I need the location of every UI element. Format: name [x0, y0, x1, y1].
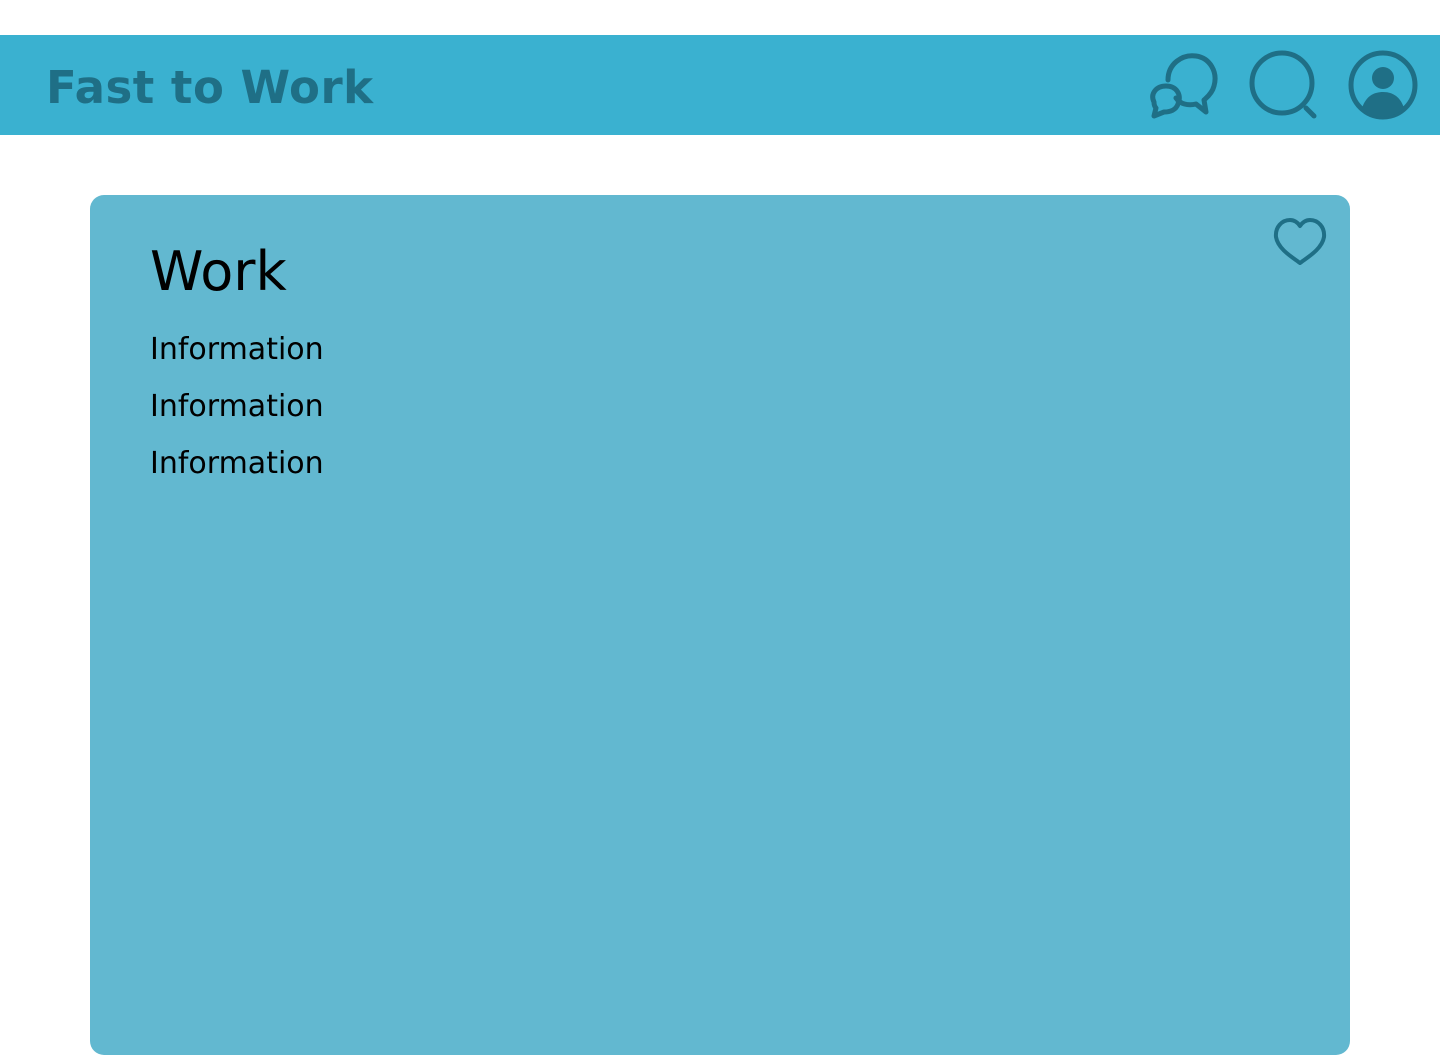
top-navigation-bar: Fast to Work: [0, 35, 1440, 135]
card-info-line: Information: [150, 446, 324, 481]
messages-button[interactable]: [1148, 50, 1218, 120]
search-button[interactable]: [1248, 50, 1318, 120]
work-card[interactable]: Work Information Information Information: [90, 195, 1350, 1055]
profile-button[interactable]: [1348, 50, 1418, 120]
user-account-icon: [1348, 50, 1418, 120]
brand-title[interactable]: Fast to Work: [46, 65, 374, 110]
card-title: Work: [150, 240, 287, 303]
search-icon: [1248, 50, 1318, 120]
card-info-line: Information: [150, 389, 324, 424]
heart-icon: [1270, 213, 1330, 273]
chat-icon: [1148, 50, 1218, 120]
card-info-line: Information: [150, 332, 324, 367]
favorite-button[interactable]: [1270, 213, 1330, 273]
